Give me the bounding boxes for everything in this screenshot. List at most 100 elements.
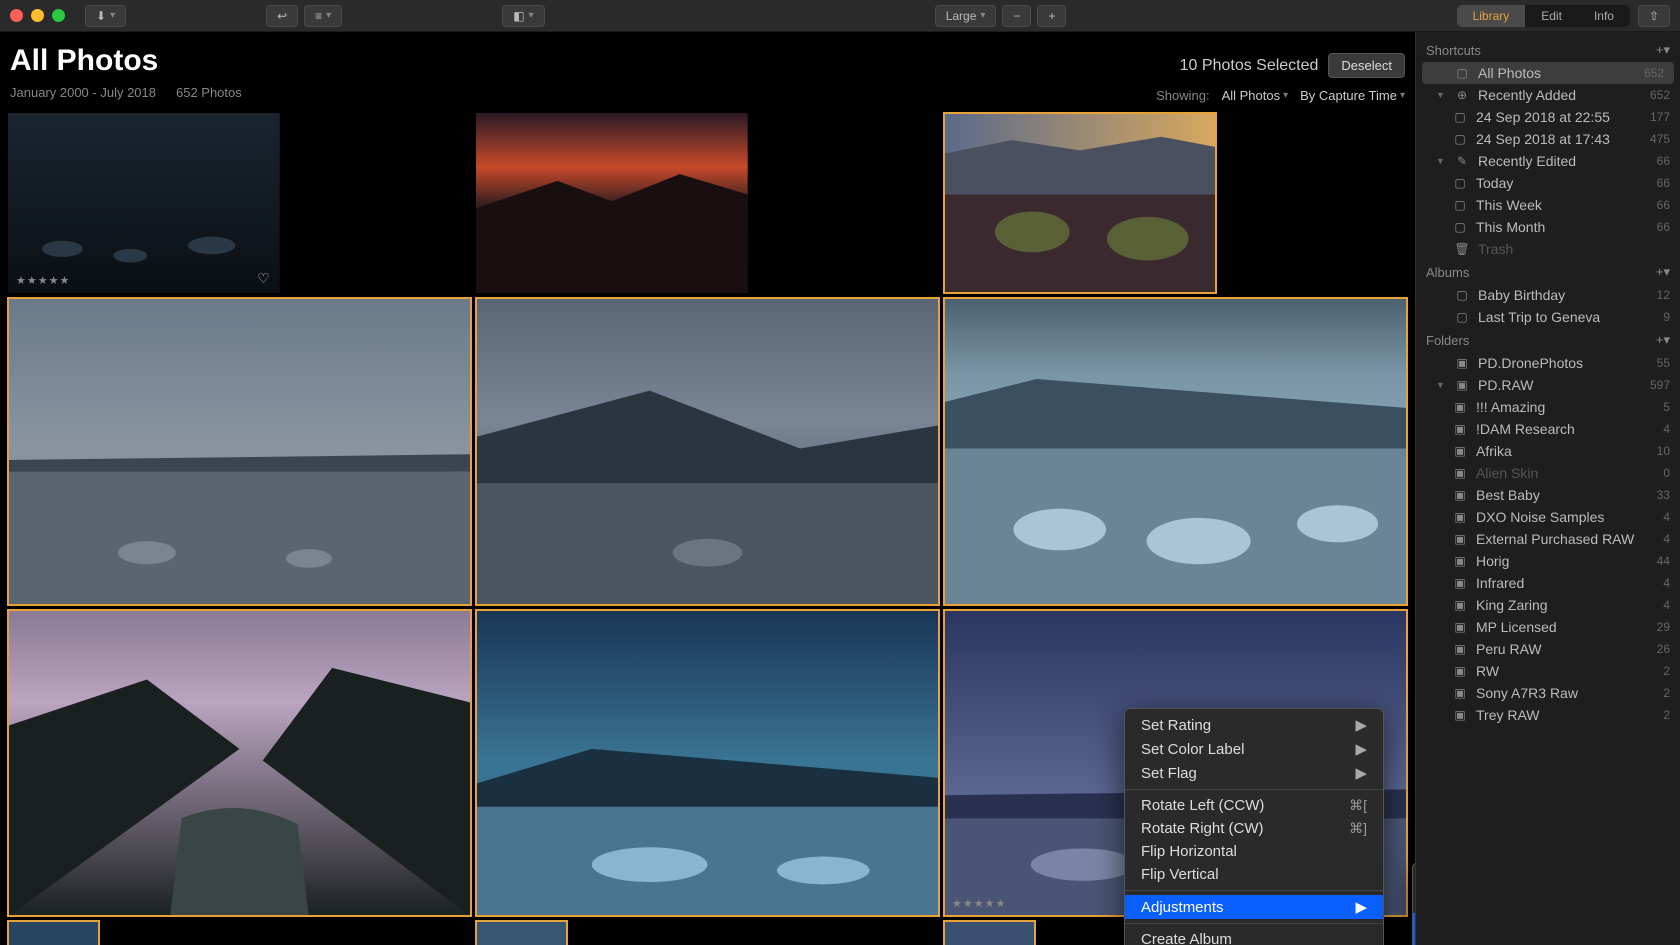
sidebar-item[interactable]: ▣MP Licensed29: [1416, 616, 1680, 638]
zoom-out-button[interactable]: −: [1002, 5, 1031, 27]
menu-item[interactable]: Set Color Label▶: [1125, 737, 1383, 761]
sidebar-item-count: 597: [1650, 378, 1670, 392]
sidebar-item[interactable]: ▣Afrika10: [1416, 440, 1680, 462]
folder-icon: ▣: [1454, 378, 1470, 392]
menu-item[interactable]: Copy Adjustments⌘C: [1413, 867, 1415, 890]
close-window-button[interactable]: [10, 9, 23, 22]
photo-thumbnail[interactable]: [8, 921, 99, 945]
sidebar-item-count: 2: [1663, 664, 1670, 678]
disclosure-icon[interactable]: ▼: [1436, 380, 1446, 390]
shortcut-label: ⌘]: [1349, 820, 1367, 837]
folder-icon: ▣: [1452, 466, 1468, 480]
sidebar-item[interactable]: ▢24 Sep 2018 at 17:43475: [1416, 128, 1680, 150]
photo-thumbnail[interactable]: [8, 610, 471, 917]
sidebar-item-count: 652: [1650, 88, 1670, 102]
photo-thumbnail[interactable]: [476, 298, 939, 605]
sidebar-item-count: 29: [1657, 620, 1670, 634]
sidebar-item-label: External Purchased RAW: [1476, 531, 1634, 547]
panel-toggle-button[interactable]: ◧▾: [502, 5, 544, 27]
photo-thumbnail[interactable]: [476, 610, 939, 917]
favorite-icon[interactable]: ♡: [257, 270, 270, 287]
sidebar-item[interactable]: ▼✎Recently Edited66: [1416, 150, 1680, 172]
sidebar: Shortcuts +▾ ▢All Photos652▼⊕Recently Ad…: [1415, 32, 1680, 945]
submenu-arrow-icon: ▶: [1355, 716, 1367, 734]
sidebar-item-count: 652: [1644, 66, 1664, 80]
menu-item[interactable]: Sync Image Adjustments⇧⌘S: [1413, 913, 1415, 945]
disclosure-icon[interactable]: ▼: [1436, 90, 1446, 100]
folder-icon: ▢: [1454, 288, 1470, 302]
sidebar-item[interactable]: ▣Trey RAW2: [1416, 704, 1680, 726]
sidebar-item[interactable]: ▣!DAM Research4: [1416, 418, 1680, 440]
sidebar-item[interactable]: ▢This Week66: [1416, 194, 1680, 216]
menu-item[interactable]: Adjustments▶: [1125, 895, 1383, 919]
import-button[interactable]: ⬇▾: [85, 5, 126, 27]
photo-thumbnail[interactable]: ★★★★★ ♡: [8, 113, 280, 293]
sidebar-item-count: 12: [1657, 288, 1670, 302]
menu-item[interactable]: Flip Horizontal: [1125, 840, 1383, 863]
date-range: January 2000 - July 2018: [10, 85, 156, 100]
minimize-window-button[interactable]: [31, 9, 44, 22]
sidebar-item[interactable]: ▢Last Trip to Geneva9: [1416, 306, 1680, 328]
menu-item: Paste Adjustments⌘V: [1413, 890, 1415, 913]
list-view-button[interactable]: ≡▾: [304, 5, 342, 27]
menu-item[interactable]: Create Album: [1125, 928, 1383, 945]
maximize-window-button[interactable]: [52, 9, 65, 22]
menu-item-label: Set Color Label: [1141, 741, 1244, 758]
sidebar-item-label: Afrika: [1476, 443, 1512, 459]
disclosure-icon[interactable]: ▼: [1436, 156, 1446, 166]
sidebar-section-folders: Folders +▾: [1416, 328, 1680, 352]
menu-item[interactable]: Set Flag▶: [1125, 761, 1383, 785]
menu-item[interactable]: Set Rating ▶: [1125, 713, 1383, 737]
sidebar-item[interactable]: ▣!!! Amazing5: [1416, 396, 1680, 418]
thumbnail-size-select[interactable]: Large▾: [935, 5, 997, 27]
tab-info[interactable]: Info: [1578, 5, 1630, 27]
folder-icon: ▣: [1452, 554, 1468, 568]
sidebar-item[interactable]: ▢Today66: [1416, 172, 1680, 194]
back-button[interactable]: ↩: [266, 5, 298, 27]
sidebar-item[interactable]: ▣DXO Noise Samples4: [1416, 506, 1680, 528]
sidebar-item[interactable]: ▢24 Sep 2018 at 22:55177: [1416, 106, 1680, 128]
sidebar-item: 🗑Trash: [1416, 238, 1680, 260]
sidebar-item-count: 177: [1650, 110, 1670, 124]
sidebar-item[interactable]: ▣Sony A7R3 Raw2: [1416, 682, 1680, 704]
sidebar-item[interactable]: ▣King Zaring4: [1416, 594, 1680, 616]
filter-dropdown[interactable]: All Photos▾: [1222, 88, 1289, 103]
photo-thumbnail[interactable]: [8, 298, 471, 605]
sidebar-item[interactable]: ▣PD.DronePhotos55: [1416, 352, 1680, 374]
sidebar-item[interactable]: ▣External Purchased RAW4: [1416, 528, 1680, 550]
sidebar-item[interactable]: ▣Peru RAW26: [1416, 638, 1680, 660]
sidebar-item[interactable]: ▣RW2: [1416, 660, 1680, 682]
sidebar-item[interactable]: ▼▣PD.RAW597: [1416, 374, 1680, 396]
sidebar-item[interactable]: ▣Horig44: [1416, 550, 1680, 572]
menu-item-label: Set Flag: [1141, 765, 1197, 782]
sidebar-item[interactable]: ▣Infrared4: [1416, 572, 1680, 594]
add-shortcut-button[interactable]: +▾: [1656, 42, 1670, 58]
photo-thumbnail[interactable]: [476, 113, 748, 293]
zoom-in-button[interactable]: +: [1037, 5, 1066, 27]
sidebar-item-label: King Zaring: [1476, 597, 1548, 613]
photo-thumbnail[interactable]: [944, 113, 1216, 293]
tab-edit[interactable]: Edit: [1525, 5, 1578, 27]
add-folder-button[interactable]: +▾: [1656, 332, 1670, 348]
add-album-button[interactable]: +▾: [1656, 264, 1670, 280]
sidebar-item[interactable]: ▣Best Baby33: [1416, 484, 1680, 506]
photo-thumbnail[interactable]: [944, 921, 1035, 945]
menu-item-label: Set Rating: [1141, 717, 1211, 734]
menu-item[interactable]: Flip Vertical: [1125, 863, 1383, 886]
sidebar-item-count: 44: [1657, 554, 1670, 568]
sidebar-item-label: !DAM Research: [1476, 421, 1575, 437]
folder-icon: ▣: [1452, 708, 1468, 722]
sidebar-item[interactable]: ▼⊕Recently Added652: [1416, 84, 1680, 106]
menu-item[interactable]: Rotate Right (CW) ⌘]: [1125, 817, 1383, 840]
tab-library[interactable]: Library: [1457, 5, 1526, 27]
share-button[interactable]: ⇧: [1638, 5, 1670, 27]
sidebar-item[interactable]: ▢This Month66: [1416, 216, 1680, 238]
photo-thumbnail[interactable]: [944, 298, 1407, 605]
sort-dropdown[interactable]: By Capture Time▾: [1300, 88, 1405, 103]
menu-item-label: Rotate Right (CW): [1141, 820, 1264, 837]
sidebar-item[interactable]: ▢Baby Birthday12: [1416, 284, 1680, 306]
deselect-button[interactable]: Deselect: [1328, 53, 1405, 78]
photo-thumbnail[interactable]: [476, 921, 567, 945]
sidebar-item[interactable]: ▢All Photos652: [1422, 62, 1674, 84]
menu-item[interactable]: Rotate Left (CCW)⌘[: [1125, 794, 1383, 817]
